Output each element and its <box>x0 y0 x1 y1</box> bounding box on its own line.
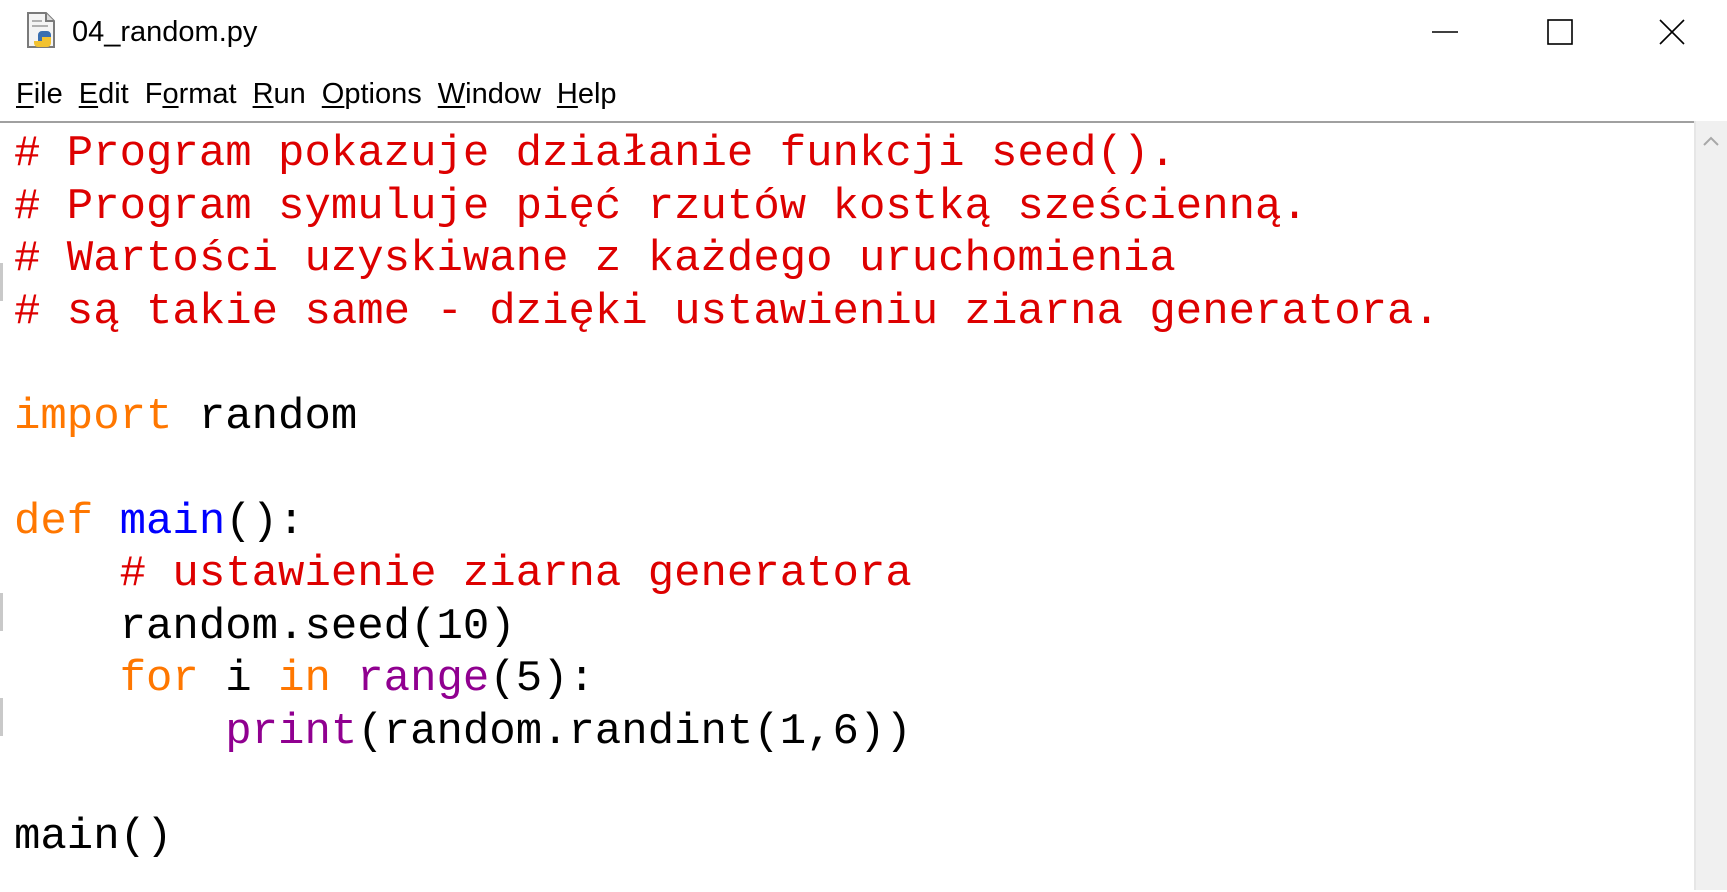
gutter-mark <box>0 263 3 301</box>
code-builtin: print <box>225 706 358 757</box>
code-token: random.seed(10) <box>14 601 516 652</box>
code-comment: # Program pokazuje działanie funkcji see… <box>14 129 1176 179</box>
code-keyword: for <box>119 654 199 704</box>
code-keyword: in <box>278 654 331 704</box>
menu-help[interactable]: Help <box>557 76 617 112</box>
minimize-button[interactable] <box>1390 0 1500 64</box>
code-token: random <box>172 391 358 442</box>
code-comment: # są takie same - dzięki ustawieniu ziar… <box>14 286 1440 337</box>
code-line[interactable]: main() <box>14 811 1440 864</box>
gutter-mark <box>0 593 3 631</box>
title-bar: 04_random.py <box>0 0 1727 64</box>
code-text[interactable]: # Program pokazuje działanie funkcji see… <box>14 128 1440 863</box>
menu-bar: File Edit Format Run Options Window Help <box>0 72 617 116</box>
menu-edit[interactable]: Edit <box>79 76 129 112</box>
code-token: main() <box>14 811 173 862</box>
code-comment: # Program symuluje pięć rzutów kostką sz… <box>14 181 1308 232</box>
code-line[interactable] <box>14 758 1440 811</box>
code-line[interactable]: # Program symuluje pięć rzutów kostką sz… <box>14 181 1440 234</box>
gutter-mark <box>0 698 3 736</box>
code-builtin: range <box>357 654 490 704</box>
maximize-button[interactable] <box>1505 0 1615 64</box>
window-title: 04_random.py <box>72 16 258 48</box>
code-line[interactable]: random.seed(10) <box>14 601 1440 654</box>
code-comment: # ustawienie ziarna generatora <box>119 549 912 599</box>
menu-window[interactable]: Window <box>438 76 541 112</box>
code-comment: # Wartości uzyskiwane z każdego uruchomi… <box>14 234 1176 284</box>
code-line[interactable]: for i in range(5): <box>14 653 1440 706</box>
menu-options[interactable]: Options <box>322 76 422 112</box>
code-line[interactable]: # Program pokazuje działanie funkcji see… <box>14 128 1440 181</box>
menu-format[interactable]: Format <box>145 76 237 112</box>
scroll-up-arrow-icon[interactable] <box>1700 133 1722 149</box>
code-token: (): <box>225 496 305 547</box>
code-line[interactable]: # ustawienie ziarna generatora <box>14 548 1440 601</box>
code-function-name: main <box>119 496 226 547</box>
vertical-scrollbar[interactable] <box>1696 121 1727 890</box>
code-line[interactable]: def main(): <box>14 496 1440 549</box>
minimize-icon <box>1432 31 1458 33</box>
code-line[interactable] <box>14 443 1440 496</box>
maximize-icon <box>1547 19 1573 45</box>
code-line[interactable]: import random <box>14 391 1440 444</box>
python-file-icon[interactable] <box>22 11 62 51</box>
code-line[interactable]: # Wartości uzyskiwane z każdego uruchomi… <box>14 233 1440 286</box>
code-keyword: import <box>14 391 173 442</box>
menu-run[interactable]: Run <box>253 76 306 112</box>
code-token: (random.randint(1,6)) <box>357 706 912 757</box>
close-button[interactable] <box>1617 0 1727 64</box>
menu-file[interactable]: File <box>16 76 63 112</box>
code-token: (5): <box>489 654 595 704</box>
code-line[interactable]: print(random.randint(1,6)) <box>14 706 1440 759</box>
code-token: i <box>198 654 279 704</box>
code-keyword: def <box>14 496 94 547</box>
code-line[interactable] <box>14 338 1440 391</box>
close-icon <box>1659 19 1685 45</box>
code-line[interactable]: # są takie same - dzięki ustawieniu ziar… <box>14 286 1440 339</box>
